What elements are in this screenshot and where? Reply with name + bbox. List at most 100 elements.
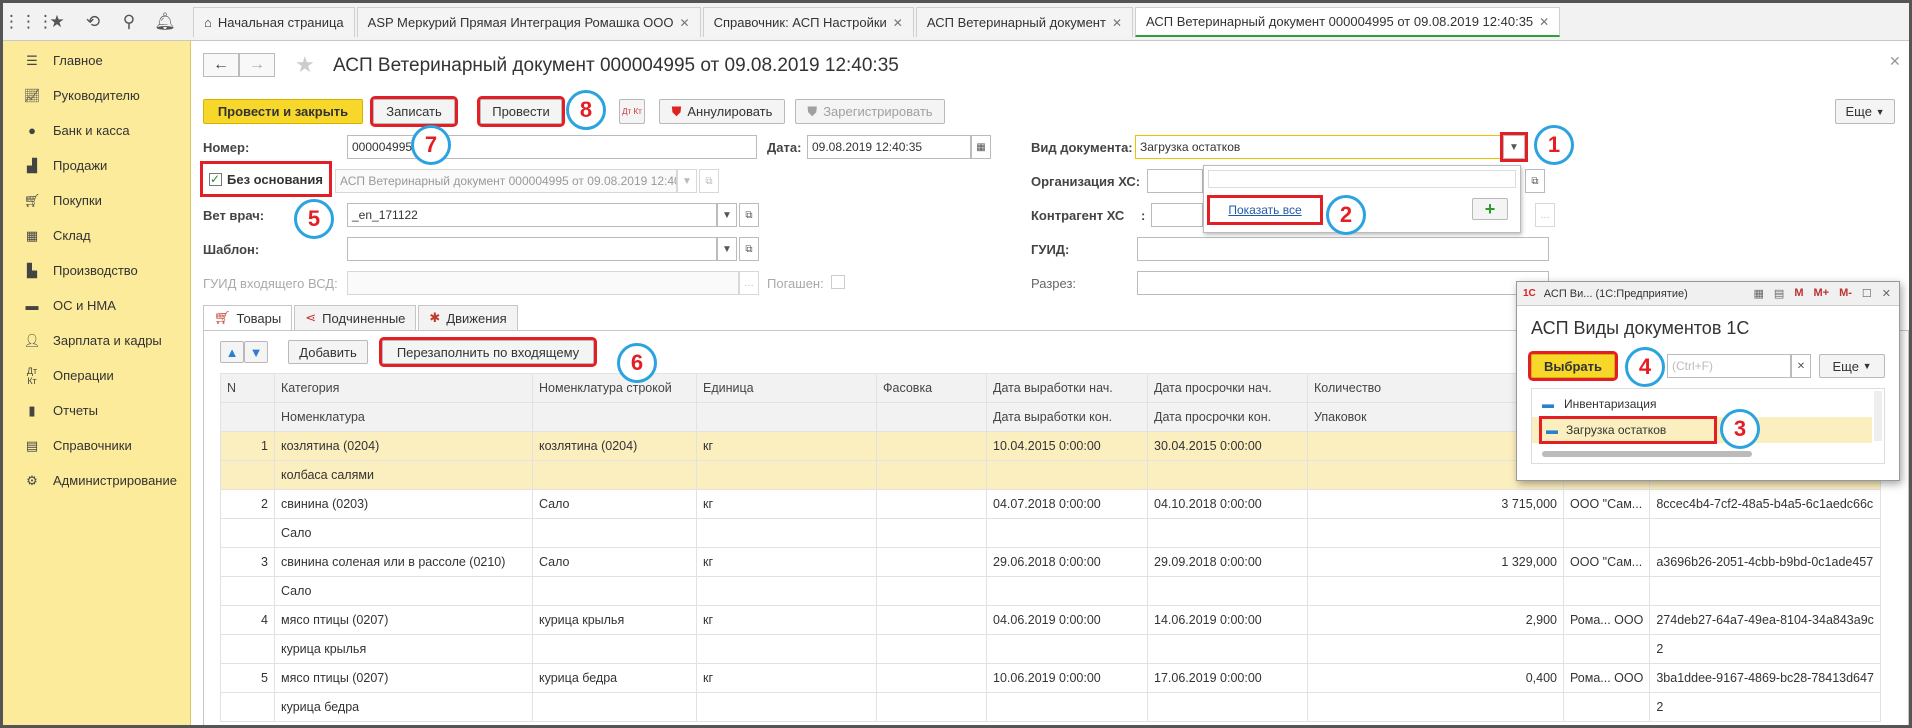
table-row-sub[interactable]: курица крылья 2 xyxy=(220,634,1881,664)
close-icon[interactable]: ✕ xyxy=(1112,16,1122,30)
sidebar-item-production[interactable]: ▙ Производство xyxy=(3,253,190,288)
list-item[interactable]: ▬ Инвентаризация xyxy=(1542,393,1656,415)
clear-search-icon[interactable]: ✕ xyxy=(1791,354,1811,378)
col-prod-end[interactable]: Дата выработки кон. xyxy=(986,402,1148,432)
horizontal-scrollbar[interactable] xyxy=(1542,451,1752,457)
calendar-icon[interactable]: ▦ xyxy=(971,135,991,159)
close-icon[interactable]: ✕ xyxy=(680,16,690,30)
tab-movements[interactable]: ✱ Движения xyxy=(418,305,518,331)
close-icon[interactable]: ✕ xyxy=(1882,287,1891,300)
back-button[interactable]: ← xyxy=(203,53,239,77)
contr-field[interactable] xyxy=(1151,203,1203,227)
sidebar-item-reports[interactable]: ▮ Отчеты xyxy=(3,393,190,428)
vertical-scrollbar[interactable] xyxy=(1874,391,1882,441)
sidebar-item-directories[interactable]: ▤ Справочники xyxy=(3,428,190,463)
table-row[interactable]: 5 мясо птицы (0207) курица бедра кг 10.0… xyxy=(220,663,1881,693)
col-category[interactable]: Категория xyxy=(274,373,533,403)
section-field[interactable] xyxy=(1137,271,1549,295)
open-link-icon[interactable]: ⧉ xyxy=(1525,169,1545,193)
memory-m-icon[interactable]: M xyxy=(1794,287,1803,300)
add-icon[interactable]: + xyxy=(1472,198,1508,220)
maximize-icon[interactable]: ☐ xyxy=(1862,287,1872,300)
col-nomenclature-line[interactable]: Номенклатура строкой xyxy=(532,373,697,403)
dropdown-arrow-icon[interactable]: ▼ xyxy=(717,237,737,261)
refill-button[interactable]: Перезаполнить по входящему xyxy=(379,337,597,367)
more-button[interactable]: Еще ▼ xyxy=(1835,99,1895,124)
move-up-icon[interactable]: ▲ xyxy=(220,341,244,363)
tab-mercury[interactable]: ASP Меркурий Прямая Интеграция Ромашка О… xyxy=(356,7,701,37)
tab-goods[interactable]: 🛒︎ Товары xyxy=(203,305,293,331)
tab-settings[interactable]: Справочник: АСП Настройки ✕ xyxy=(702,7,914,37)
open-link-icon[interactable]: ⧉ xyxy=(739,237,759,261)
close-icon[interactable]: ✕ xyxy=(893,16,903,30)
memory-plus-icon[interactable]: M+ xyxy=(1813,287,1829,300)
sidebar-item-operations[interactable]: Дт Кт Операции xyxy=(3,358,190,393)
calculator-icon[interactable]: ▦ xyxy=(1754,287,1764,300)
vet-field[interactable]: _en_171122 xyxy=(347,203,717,227)
basis-field: АСП Ветеринарный документ 000004995 от 0… xyxy=(335,169,677,193)
show-all-link[interactable]: Показать все xyxy=(1207,195,1323,225)
col-unit[interactable]: Единица xyxy=(696,373,877,403)
table-row[interactable]: 2 свинина (0203) Сало кг 04.07.2018 0:00… xyxy=(220,489,1881,519)
list-item[interactable]: ▬ Загрузка остатков xyxy=(1539,416,1717,444)
table-row[interactable]: 4 мясо птицы (0207) курица крылья кг 04.… xyxy=(220,605,1881,635)
sidebar-item-manager[interactable]: 📈︎ Руководителю xyxy=(3,78,190,113)
sidebar-item-main[interactable]: ☰ Главное xyxy=(3,43,190,78)
guid-field[interactable] xyxy=(1137,237,1549,261)
sidebar-item-admin[interactable]: ⚙ Администрирование xyxy=(3,463,190,498)
chooser-more-button[interactable]: Еще ▼ xyxy=(1819,354,1885,378)
apps-grid-icon[interactable]: ⋮⋮⋮ xyxy=(3,12,54,32)
forward-button[interactable]: → xyxy=(239,53,275,77)
sidebar-item-salary[interactable]: 👤︎ Зарплата и кадры xyxy=(3,323,190,358)
sidebar-item-assets[interactable]: ▬ ОС и НМА xyxy=(3,288,190,323)
row-packing xyxy=(876,431,987,461)
template-field[interactable] xyxy=(347,237,717,261)
col-exp-start[interactable]: Дата просрочки нач. xyxy=(1147,373,1308,403)
table-row-sub[interactable]: Сало xyxy=(220,576,1881,606)
number-field[interactable]: 000004995 xyxy=(347,135,757,159)
date-field[interactable]: 09.08.2019 12:40:35 xyxy=(807,135,971,159)
post-button[interactable]: Провести xyxy=(477,96,565,127)
bell-icon[interactable]: 🔔︎ xyxy=(147,12,183,32)
sidebar-item-purchases[interactable]: 🛒︎ Покупки xyxy=(3,183,190,218)
memory-minus-icon[interactable]: M- xyxy=(1839,287,1852,300)
annul-button[interactable]: ⛊ Аннулировать xyxy=(659,99,785,124)
chooser-search-input[interactable]: (Ctrl+F) xyxy=(1667,354,1791,378)
close-icon[interactable]: ✕ xyxy=(1539,15,1549,29)
add-button[interactable]: Добавить xyxy=(288,340,368,364)
dropdown-search[interactable] xyxy=(1208,170,1516,188)
table-row[interactable]: 3 свинина соленая или в рассоле (0210) С… xyxy=(220,547,1881,577)
post-and-close-button[interactable]: Провести и закрыть xyxy=(203,99,363,124)
tab-vet-docs[interactable]: АСП Ветеринарный документ ✕ xyxy=(915,7,1133,37)
open-link-icon[interactable]: ⧉ xyxy=(739,203,759,227)
sidebar-item-sales[interactable]: ▟ Продажи xyxy=(3,148,190,183)
tab-vet-doc-current[interactable]: АСП Ветеринарный документ 000004995 от 0… xyxy=(1135,7,1561,37)
favorite-star-icon[interactable]: ★ xyxy=(295,52,315,78)
calendar-icon[interactable]: ▤ xyxy=(1774,287,1784,300)
search-icon[interactable]: ⚲ xyxy=(111,12,147,32)
col-nomenclature[interactable]: Номенклатура xyxy=(274,402,533,432)
ellipsis-icon[interactable]: … xyxy=(1535,203,1555,227)
history-icon[interactable]: ⟲ xyxy=(75,12,111,32)
save-button[interactable]: Записать xyxy=(370,96,458,127)
select-button[interactable]: Выбрать xyxy=(1528,351,1618,381)
no-basis-checkbox[interactable]: ✓ Без основания xyxy=(200,161,332,197)
sidebar-item-bank[interactable]: ● Банк и касса xyxy=(3,113,190,148)
tab-home[interactable]: ⌂ Начальная страница xyxy=(193,7,355,37)
table-row-sub[interactable]: Сало xyxy=(220,518,1881,548)
sidebar-item-warehouse[interactable]: ▦ Склад xyxy=(3,218,190,253)
move-down-icon[interactable]: ▼ xyxy=(244,341,268,363)
dtkt-button[interactable]: Дт Кт xyxy=(619,99,645,124)
col-exp-end[interactable]: Дата просрочки кон. xyxy=(1147,402,1308,432)
doctype-field[interactable]: Загрузка остатков xyxy=(1135,135,1503,159)
table-row-sub[interactable]: курица бедра 2 xyxy=(220,692,1881,722)
col-packing[interactable]: Фасовка xyxy=(876,373,987,403)
tab-subordinate[interactable]: ⋖ Подчиненные xyxy=(294,305,417,331)
org-field[interactable] xyxy=(1147,169,1203,193)
dropdown-arrow-icon[interactable]: ▼ xyxy=(717,203,737,227)
doctype-dropdown-arrow[interactable]: ▼ xyxy=(1500,132,1528,162)
col-prod-start[interactable]: Дата выработки нач. xyxy=(986,373,1148,403)
col-n[interactable]: N xyxy=(220,373,275,403)
close-icon[interactable]: ✕ xyxy=(1889,53,1901,70)
star-icon[interactable]: ★ xyxy=(39,12,75,32)
